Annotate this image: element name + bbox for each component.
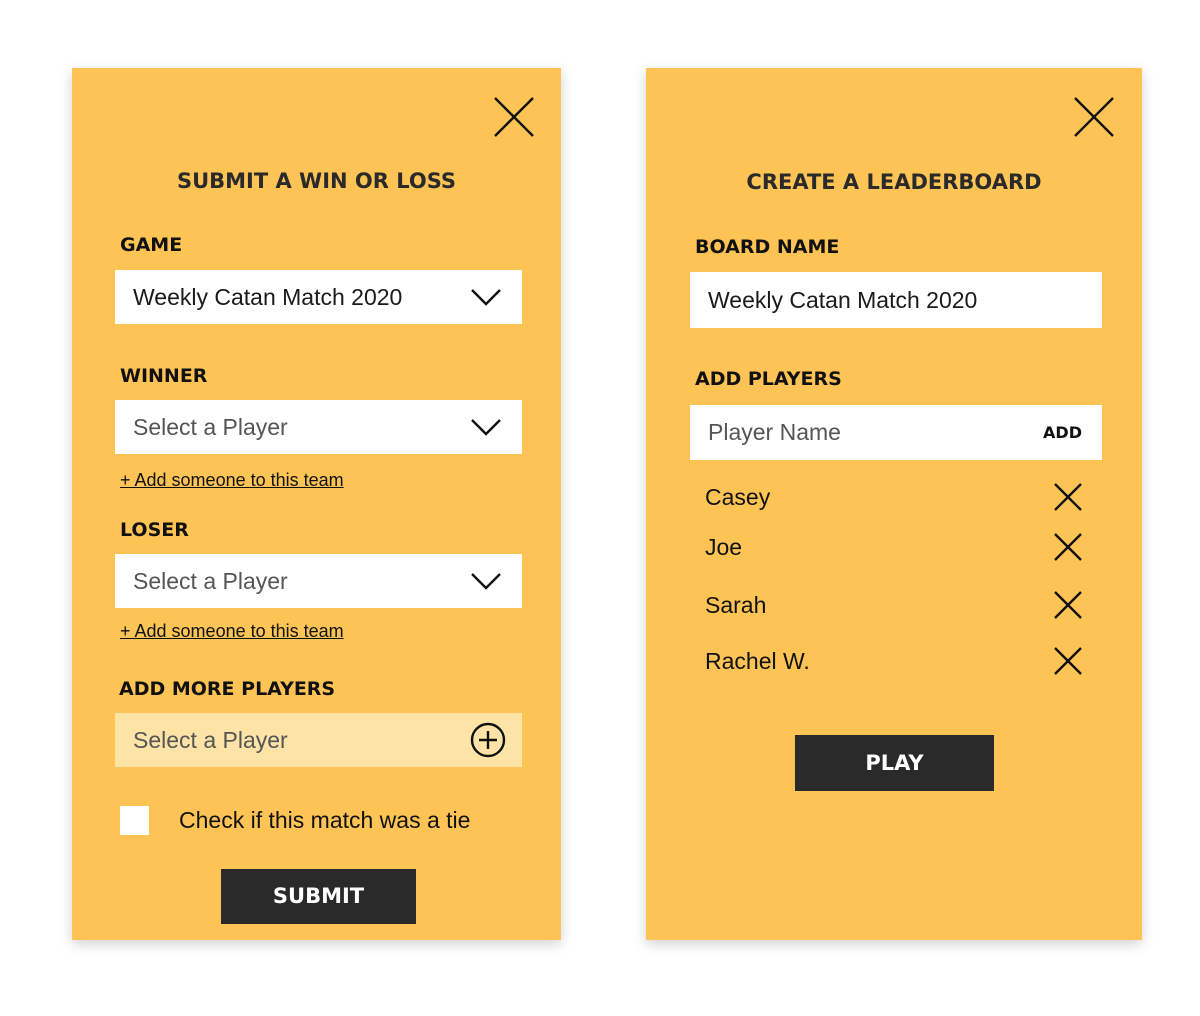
- winner-select-placeholder: Select a Player: [133, 414, 288, 440]
- remove-x-icon[interactable]: [1053, 646, 1083, 676]
- panel-title: SUBMIT A WIN OR LOSS: [176, 169, 457, 193]
- chevron-down-icon: [470, 287, 502, 307]
- list-item: Rachel W.: [705, 641, 1083, 681]
- player-name: Rachel W.: [705, 648, 810, 674]
- submit-button[interactable]: SUBMIT: [221, 869, 416, 924]
- play-button[interactable]: PLAY: [795, 735, 994, 791]
- close-icon[interactable]: [1073, 96, 1115, 138]
- tie-checkbox[interactable]: [120, 806, 149, 835]
- winner-select[interactable]: Select a Player: [115, 400, 522, 454]
- add-players-label: ADD PLAYERS: [695, 368, 842, 390]
- game-select-value: Weekly Catan Match 2020: [133, 284, 403, 310]
- board-name-input[interactable]: Weekly Catan Match 2020: [690, 272, 1102, 328]
- submit-result-panel: SUBMIT A WIN OR LOSS GAME Weekly Catan M…: [72, 68, 561, 940]
- chevron-down-icon: [470, 571, 502, 591]
- add-player-button[interactable]: ADD: [1043, 405, 1082, 460]
- plus-circle-icon[interactable]: [470, 722, 506, 758]
- loser-select[interactable]: Select a Player: [115, 554, 522, 608]
- winner-add-teammate-link[interactable]: + Add someone to this team: [120, 470, 344, 491]
- player-name: Casey: [705, 484, 771, 510]
- more-players-placeholder: Select a Player: [133, 727, 288, 753]
- more-players-select[interactable]: Select a Player: [115, 713, 522, 767]
- player-name-input[interactable]: Player Name ADD: [690, 405, 1102, 460]
- list-item: Casey: [705, 477, 1083, 517]
- player-name: Sarah: [705, 592, 767, 618]
- remove-x-icon[interactable]: [1053, 482, 1083, 512]
- loser-select-placeholder: Select a Player: [133, 568, 288, 594]
- loser-label: LOSER: [120, 519, 189, 541]
- game-label: GAME: [120, 234, 183, 256]
- board-name-label: BOARD NAME: [695, 236, 840, 258]
- tie-checkbox-label: Check if this match was a tie: [179, 807, 471, 833]
- panel-title: CREATE A LEADERBOARD: [746, 170, 1042, 194]
- close-icon[interactable]: [493, 96, 535, 138]
- board-name-value: Weekly Catan Match 2020: [708, 287, 978, 313]
- winner-label: WINNER: [120, 365, 208, 387]
- game-select[interactable]: Weekly Catan Match 2020: [115, 270, 522, 324]
- list-item: Sarah: [705, 585, 1083, 625]
- add-more-players-label: ADD MORE PLAYERS: [119, 678, 336, 700]
- player-name: Joe: [705, 534, 743, 560]
- player-name-placeholder: Player Name: [708, 419, 841, 445]
- create-leaderboard-panel: CREATE A LEADERBOARD BOARD NAME Weekly C…: [646, 68, 1142, 940]
- list-item: Joe: [705, 527, 1083, 567]
- remove-x-icon[interactable]: [1053, 532, 1083, 562]
- chevron-down-icon: [470, 417, 502, 437]
- loser-add-teammate-link[interactable]: + Add someone to this team: [120, 621, 344, 642]
- remove-x-icon[interactable]: [1053, 590, 1083, 620]
